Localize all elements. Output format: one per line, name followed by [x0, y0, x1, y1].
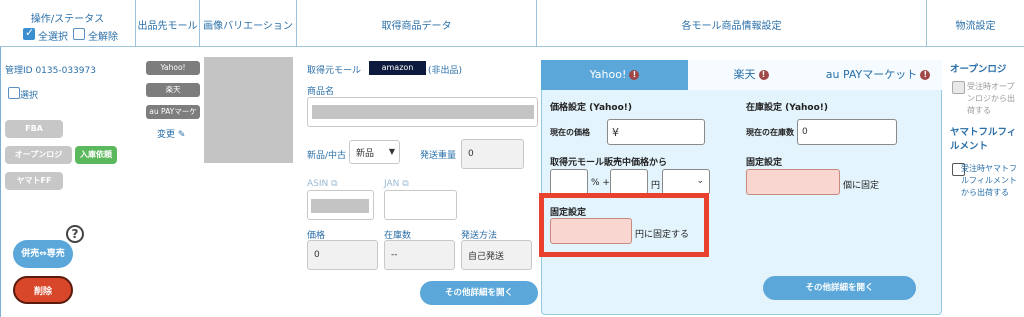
- help-icon[interactable]: ?: [66, 225, 84, 243]
- mall-rakuten[interactable]: 楽天: [146, 83, 200, 97]
- jan-label: JAN ⧉: [384, 179, 409, 189]
- current-stock-label: 現在の在庫数: [746, 128, 794, 137]
- table-header: 操作/ステータス 全選択 全解除 出品先モール 画像バリエーション 取得商品デー…: [0, 0, 1024, 47]
- open-logi-button[interactable]: オープンロジ: [5, 146, 72, 164]
- product-image: [204, 57, 293, 163]
- change-mall-label: 変更: [157, 130, 176, 140]
- mall-tabs: Yahoo!! 楽天! au PAYマーケット!: [541, 60, 942, 90]
- header-logistics-title: 物流設定: [955, 21, 996, 32]
- header-mall-info-cell: 各モール商品情報設定: [537, 0, 927, 47]
- inbound-request-button[interactable]: 入庫依頼: [75, 146, 117, 164]
- tab-rakuten-label: 楽天: [733, 68, 756, 81]
- fixed-stock-input[interactable]: [746, 169, 840, 195]
- mall-more-button[interactable]: その他詳細を開く: [763, 276, 916, 300]
- condition-value: 新品: [356, 148, 375, 159]
- fixed-stock-suffix: 個に固定: [843, 181, 880, 191]
- current-price-input[interactable]: ¥: [607, 119, 705, 145]
- stock-settings-title: 在庫設定 (Yahoo!): [746, 103, 829, 113]
- asin-label-text: ASIN: [307, 179, 329, 189]
- deselect-all-checkbox[interactable]: [73, 28, 85, 40]
- left-border: [0, 0, 1, 317]
- header-mall-info-title: 各モール商品情報設定: [681, 21, 782, 32]
- asin-redacted: [311, 199, 369, 213]
- source-mall-label: 取得元モール: [307, 66, 362, 76]
- header-mall-title: 出品先モール: [137, 21, 198, 32]
- weight-field[interactable]: 0: [461, 139, 524, 169]
- toggle-sale-mode-button[interactable]: 併売⇔専売: [13, 240, 73, 268]
- weight-label: 発送重量: [420, 151, 457, 161]
- yamato-option: 受注時ヤマトフルフィルメントから出荷する: [961, 164, 1017, 197]
- condition-select[interactable]: 新品 ▼: [349, 140, 400, 164]
- yamato-title: ヤマトフルフィルメント: [950, 127, 1017, 152]
- price-field[interactable]: 0: [307, 240, 378, 270]
- chevron-down-icon: ▼: [388, 147, 395, 156]
- header-variation-title: 画像バリエーション: [203, 21, 293, 32]
- change-mall-link[interactable]: 変更 ✎: [157, 127, 185, 140]
- mall-yahoo[interactable]: Yahoo!: [146, 61, 200, 75]
- warning-icon: !: [920, 70, 931, 80]
- warning-icon: !: [758, 70, 769, 80]
- header-product-cell: 取得商品データ: [297, 0, 537, 47]
- condition-label: 新品/中古: [307, 151, 347, 161]
- yen-label: 円: [651, 181, 661, 191]
- percent-input[interactable]: [550, 169, 588, 195]
- yen-offset-input[interactable]: [610, 169, 648, 195]
- tab-aupay[interactable]: au PAYマーケット!: [814, 60, 942, 90]
- fba-button[interactable]: FBA: [5, 120, 63, 138]
- open-logi-checkbox[interactable]: [952, 81, 965, 94]
- product-name-field[interactable]: [307, 97, 538, 127]
- delete-button[interactable]: 削除: [13, 276, 73, 304]
- header-variation-cell: 画像バリエーション: [200, 0, 297, 47]
- warning-icon: !: [629, 70, 640, 80]
- asin-field[interactable]: [307, 190, 374, 220]
- current-price-label: 現在の価格: [550, 128, 590, 137]
- tab-yahoo[interactable]: Yahoo!!: [541, 60, 688, 90]
- copy-icon[interactable]: ⧉: [399, 179, 408, 189]
- product-name-label: 商品名: [307, 87, 335, 97]
- ship-method-field[interactable]: 自己発送: [461, 240, 532, 270]
- highlight-frame: [539, 193, 709, 257]
- select-all-checkbox[interactable]: [23, 26, 35, 40]
- header-logistics-cell: 物流設定: [927, 0, 1024, 47]
- jan-field[interactable]: [384, 190, 457, 220]
- product-more-button[interactable]: その他詳細を開く: [420, 281, 538, 305]
- unlisted-label: (非出品): [428, 66, 463, 76]
- source-mall-badge: amazon: [369, 61, 426, 75]
- copy-icon[interactable]: ⧉: [328, 179, 337, 189]
- asin-label: ASIN ⧉: [307, 179, 338, 189]
- deselect-all-label[interactable]: 全解除: [88, 28, 118, 43]
- select-all-label[interactable]: 全選択: [38, 28, 68, 43]
- header-mall-cell: 出品先モール: [136, 0, 200, 47]
- current-stock-input[interactable]: 0: [797, 119, 897, 145]
- product-name-redacted: [312, 105, 534, 119]
- header-ops-cell: 操作/ステータス 全選択 全解除: [0, 0, 136, 47]
- open-logi-title: オープンロジ: [950, 64, 1007, 75]
- manage-id: 管理ID 0135-033973: [5, 66, 96, 76]
- row-select-label[interactable]: 選択: [20, 88, 38, 101]
- rounding-select[interactable]: ⌄: [662, 169, 710, 195]
- percent-plus-label: % +: [591, 178, 610, 188]
- mall-aupay[interactable]: au PAYマーケッ: [146, 105, 200, 130]
- tab-rakuten[interactable]: 楽天!: [688, 60, 814, 90]
- edit-icon: ✎: [177, 130, 186, 140]
- from-source-price-label: 取得元モール販売中価格から: [550, 158, 668, 168]
- chevron-down-icon: ⌄: [696, 176, 704, 186]
- tab-yahoo-label: Yahoo!: [589, 68, 627, 81]
- row-select-checkbox[interactable]: [8, 87, 20, 99]
- fixed-stock-label: 固定設定: [746, 158, 783, 168]
- header-product-title: 取得商品データ: [381, 21, 452, 32]
- stock-field[interactable]: --: [384, 240, 455, 270]
- price-settings-title: 価格設定 (Yahoo!): [550, 103, 633, 113]
- open-logi-option: 受注時オープンロジから出荷する: [967, 82, 1015, 115]
- yamato-ff-button[interactable]: ヤマトFF: [5, 172, 63, 190]
- tab-aupay-label: au PAYマーケット: [825, 68, 918, 81]
- header-ops-title: 操作/ステータス: [30, 14, 105, 25]
- jan-label-text: JAN: [384, 179, 400, 189]
